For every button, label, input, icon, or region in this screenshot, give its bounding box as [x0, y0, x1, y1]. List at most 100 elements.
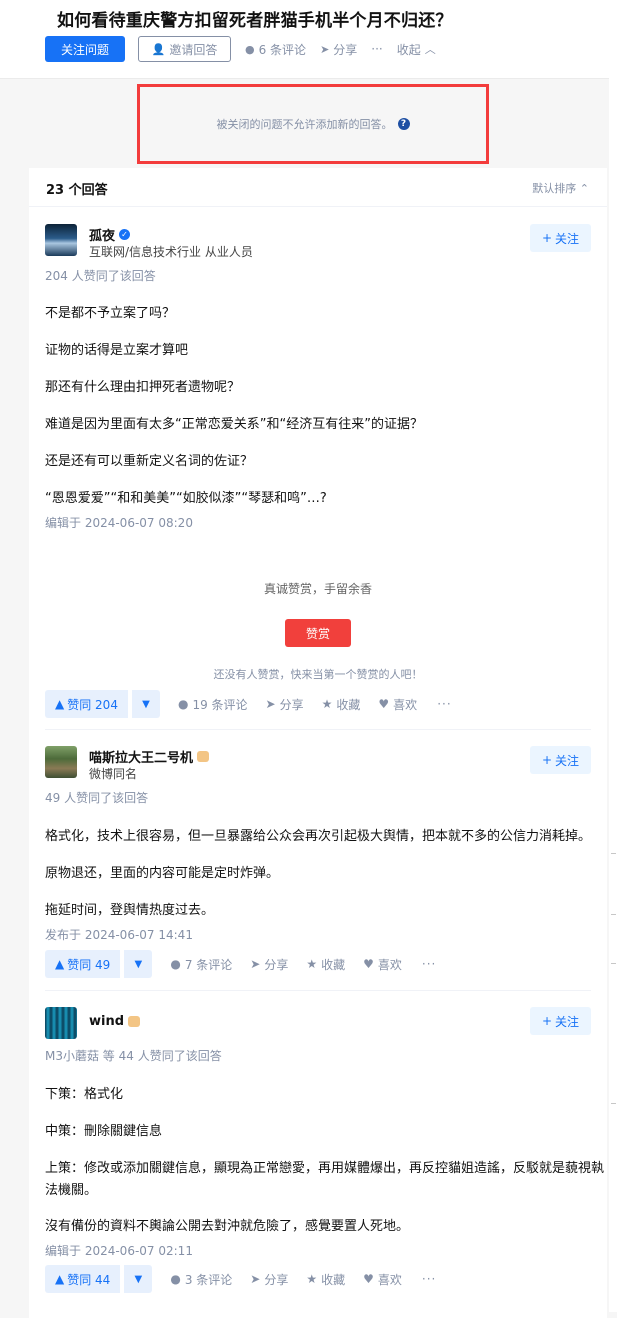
sidebar-mark	[611, 853, 616, 854]
author-bio: 互联网/信息技术行业 从业人员	[89, 245, 253, 259]
sort-dropdown[interactable]: 默认排序 ⌃	[532, 180, 589, 196]
comment-icon: ●	[245, 42, 255, 56]
author-name[interactable]: 孤夜 ✓	[89, 225, 131, 244]
verified-icon: ✓	[119, 229, 131, 240]
avatar[interactable]	[45, 746, 77, 778]
share-label: 分享	[279, 697, 304, 712]
like-button[interactable]: ♥ 喜欢	[363, 956, 402, 973]
comments-button[interactable]: ● 19 条评论	[178, 696, 248, 713]
author-name-text: wind	[89, 1014, 125, 1029]
upvote-button[interactable]: ▲ 赞同 44	[45, 1265, 121, 1293]
question-share-button[interactable]: ➤ 分享	[320, 41, 357, 58]
comments-button[interactable]: ● 7 条评论	[170, 956, 232, 973]
share-button[interactable]: ➤ 分享	[250, 1271, 288, 1288]
plus-icon: +	[541, 753, 553, 767]
answer-actions: ▲ 赞同 44 ▼ ● 3 条评论 ➤ 分享 ★ 收藏 ♥ 喜欢 ···	[45, 1265, 436, 1293]
favorite-label: 收藏	[321, 1272, 346, 1287]
question-header: 如何看待重庆警方扣留死者胖猫手机半个月不归还？ 关注问题 👤 邀请回答 ● 6 …	[0, 0, 617, 79]
upvote-arrow-icon: ▲	[55, 1272, 65, 1286]
upvote-button[interactable]: ▲ 赞同 204	[45, 690, 128, 718]
answer-paragraph: 上策：修改或添加關鍵信息，顯現為正常戀愛，再用媒體爆出，再反控貓姐造謠，反駁就是…	[45, 1161, 605, 1176]
follow-label: 关注	[555, 231, 580, 246]
plus-icon: +	[541, 1014, 553, 1028]
answer-count: 23 个回答	[46, 183, 108, 198]
comments-label: 3 条评论	[184, 1272, 233, 1287]
follow-author-button[interactable]: + 关注	[530, 224, 591, 252]
favorite-button[interactable]: ★ 收藏	[306, 956, 345, 973]
more-button[interactable]: ···	[422, 1272, 436, 1286]
sidebar-mark	[611, 963, 616, 964]
share-button[interactable]: ➤ 分享	[250, 956, 288, 973]
answer-paragraph: 下策：格式化	[45, 1087, 124, 1102]
reward-button[interactable]: 赞赏	[285, 619, 351, 647]
closed-notice-text: 被关闭的问题不允许添加新的回答。	[216, 118, 393, 131]
comments-label: 7 条评论	[184, 957, 233, 972]
favorite-label: 收藏	[321, 957, 346, 972]
upvote-button[interactable]: ▲ 赞同 49	[45, 950, 121, 978]
like-button[interactable]: ♥ 喜欢	[378, 696, 417, 713]
star-icon: ★	[306, 1272, 318, 1286]
help-icon[interactable]: ?	[397, 118, 410, 130]
answer-actions: ▲ 赞同 204 ▼ ● 19 条评论 ➤ 分享 ★ 收藏 ♥ 喜欢 ···	[45, 690, 452, 718]
collapse-label: 收起	[396, 42, 421, 57]
answer-paragraph: 格式化，技术上很容易，但一旦暴露给公众会再次引起极大舆情，把本就不多的公信力消耗…	[45, 829, 592, 844]
question-share-label: 分享	[333, 42, 358, 57]
share-label: 分享	[264, 1272, 289, 1287]
downvote-button[interactable]: ▼	[124, 1265, 153, 1293]
follow-question-button[interactable]: 关注问题	[45, 36, 125, 62]
author-name[interactable]: 喵斯拉大王二号机	[89, 747, 210, 766]
answer-timestamp[interactable]: 编辑于 2024-06-07 08:20	[45, 514, 193, 531]
answer-divider	[45, 990, 591, 991]
answer-paragraph: 法機關。	[45, 1183, 98, 1198]
author-name[interactable]: wind	[89, 1014, 141, 1029]
follow-label: 关注	[555, 1014, 580, 1029]
answer-paragraph: 中策：刪除關鍵信息	[45, 1124, 163, 1139]
reward-prompt: 真诚赞赏，手留余香	[263, 582, 372, 596]
answer-paragraph: 原物退还，里面的内容可能是定时炸弹。	[45, 866, 280, 881]
votes-summary: 49 人赞同了该回答	[45, 791, 149, 805]
reward-note: 还没有人赞赏，快来当第一个赞赏的人吧！	[213, 668, 423, 681]
star-icon: ★	[306, 957, 318, 971]
author-name-text: 孤夜	[89, 229, 116, 244]
answer-paragraph: 沒有備份的資料不輿論公開去對沖就危險了，感覺要置人死地。	[45, 1219, 410, 1234]
like-label: 喜欢	[377, 1272, 402, 1287]
upvote-arrow-icon: ▲	[55, 697, 65, 711]
favorite-button[interactable]: ★ 收藏	[322, 696, 361, 713]
follow-author-button[interactable]: + 关注	[530, 1007, 591, 1035]
collapse-button[interactable]: 收起 ︿	[397, 41, 436, 58]
plus-icon: +	[541, 231, 553, 245]
favorite-button[interactable]: ★ 收藏	[306, 1271, 345, 1288]
question-actions: 关注问题 👤 邀请回答 ● 6 条评论 ➤ 分享 ··· 收起 ︿	[45, 36, 436, 62]
heart-icon: ♥	[363, 1272, 374, 1286]
votes-summary: 204 人赞同了该回答	[45, 269, 156, 283]
share-button[interactable]: ➤ 分享	[266, 696, 304, 713]
right-sidebar	[609, 78, 617, 1312]
downvote-button[interactable]: ▼	[124, 950, 153, 978]
answer-paragraph: 拖延时间，登舆情热度过去。	[45, 903, 215, 918]
question-comments-button[interactable]: ● 6 条评论	[245, 41, 306, 58]
like-label: 喜欢	[393, 697, 418, 712]
invite-answer-label: 邀请回答	[169, 42, 218, 57]
comments-button[interactable]: ● 3 条评论	[170, 1271, 232, 1288]
more-button[interactable]: ···	[422, 957, 436, 971]
invite-answer-button[interactable]: 👤 邀请回答	[138, 36, 231, 62]
share-icon: ➤	[250, 1272, 261, 1286]
answer-timestamp[interactable]: 编辑于 2024-06-07 02:11	[45, 1242, 193, 1259]
answers-list: 23 个回答 默认排序 ⌃ 孤夜 ✓ 互联网/信息技术行业 从业人员 + 关注 …	[29, 168, 607, 1318]
author-name-text: 喵斯拉大王二号机	[89, 751, 194, 766]
answer-item: 喵斯拉大王二号机 微博同名 + 关注 49 人赞同了该回答 格式化，技术上很容易…	[45, 746, 591, 981]
sort-chevron-icon: ⌃	[579, 182, 589, 195]
like-button[interactable]: ♥ 喜欢	[363, 1271, 402, 1288]
closed-question-notice: 被关闭的问题不允许添加新的回答。 ?	[137, 84, 489, 164]
avatar[interactable]	[45, 224, 77, 256]
answer-paragraph: 证物的话得是立案才算吧	[45, 343, 189, 358]
follow-author-button[interactable]: + 关注	[530, 746, 591, 774]
downvote-button[interactable]: ▼	[131, 690, 160, 718]
comment-icon: ●	[170, 957, 181, 971]
downvote-arrow-icon: ▼	[142, 698, 150, 710]
answer-actions: ▲ 赞同 49 ▼ ● 7 条评论 ➤ 分享 ★ 收藏 ♥ 喜欢 ···	[45, 950, 436, 978]
question-more-button[interactable]: ···	[371, 42, 382, 56]
answer-timestamp[interactable]: 发布于 2024-06-07 14:41	[45, 926, 193, 943]
more-button[interactable]: ···	[437, 697, 451, 711]
avatar[interactable]	[45, 1007, 77, 1039]
